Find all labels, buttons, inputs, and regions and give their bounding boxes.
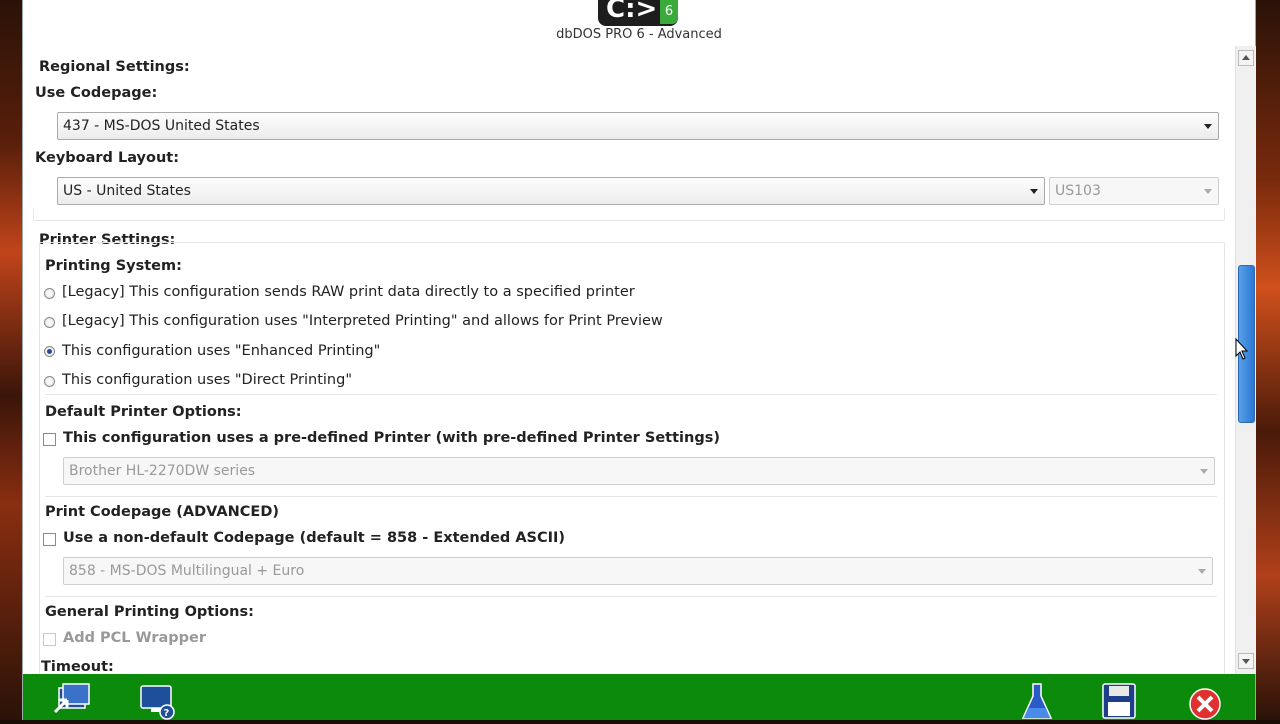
import-icon xyxy=(53,683,90,714)
radio-interpreted-printing[interactable] xyxy=(44,317,55,328)
help-monitor-icon: ? xyxy=(140,685,175,720)
keyboard-variant-value: US103 xyxy=(1055,183,1101,199)
predefined-printer-checkbox[interactable] xyxy=(43,433,56,446)
chevron-down-icon xyxy=(1200,469,1208,474)
svg-text:?: ? xyxy=(164,708,170,719)
divider xyxy=(45,394,1217,395)
app-logo: C:> 6 xyxy=(598,0,678,26)
radio-enhanced-printing-label[interactable]: This configuration uses "Enhanced Printi… xyxy=(62,343,380,359)
import-button[interactable] xyxy=(53,682,93,720)
nondefault-codepage-checkbox[interactable] xyxy=(43,533,56,546)
predefined-printer-value: Brother HL-2270DW series xyxy=(69,463,256,479)
default-printer-options-label: Default Printer Options: xyxy=(45,404,242,420)
print-codepage-dropdown[interactable]: 858 - MS-DOS Multilingual + Euro xyxy=(63,557,1213,585)
chevron-down-icon xyxy=(1204,124,1212,129)
desktop-background-left xyxy=(0,0,22,720)
app-window: C:> 6 dbDOS PRO 6 - Advanced Regional Se… xyxy=(22,0,1256,720)
arrow-down-icon xyxy=(1242,659,1250,664)
desktop-background-right xyxy=(1254,0,1280,720)
predefined-printer-dropdown[interactable]: Brother HL-2270DW series xyxy=(63,457,1215,485)
scroll-down-button[interactable] xyxy=(1238,653,1254,669)
printing-system-label: Printing System: xyxy=(45,258,182,274)
scroll-up-button[interactable] xyxy=(1238,50,1254,66)
chevron-down-icon xyxy=(1030,189,1038,194)
regional-settings-label: Regional Settings: xyxy=(39,59,190,75)
use-codepage-label: Use Codepage: xyxy=(35,85,158,101)
chevron-down-icon xyxy=(1204,189,1212,194)
flask-icon xyxy=(1021,683,1053,719)
title-bar: C:> 6 dbDOS PRO 6 - Advanced xyxy=(23,0,1255,46)
chevron-down-icon xyxy=(1198,569,1206,574)
nondefault-codepage-label[interactable]: Use a non-default Codepage (default = 85… xyxy=(63,530,565,546)
timeout-label: Timeout: xyxy=(41,659,114,674)
keyboard-layout-dropdown[interactable]: US - United States xyxy=(57,177,1045,205)
close-icon xyxy=(1189,688,1221,720)
close-button[interactable] xyxy=(1185,682,1225,720)
predefined-printer-label[interactable]: This configuration uses a pre-defined Pr… xyxy=(63,430,720,446)
codepage-dropdown-value: 437 - MS-DOS United States xyxy=(63,118,260,134)
logo-text: C:> xyxy=(606,0,658,24)
logo-badge: 6 xyxy=(660,0,678,24)
radio-interpreted-printing-label[interactable]: [Legacy] This configuration uses "Interp… xyxy=(62,313,663,329)
codepage-dropdown[interactable]: 437 - MS-DOS United States xyxy=(57,112,1219,140)
save-disk-icon xyxy=(1102,683,1136,719)
general-printing-options-label: General Printing Options: xyxy=(45,604,254,620)
arrow-up-icon xyxy=(1242,55,1250,60)
divider xyxy=(45,496,1217,497)
bottom-toolbar: ? xyxy=(23,674,1255,720)
regional-group-box xyxy=(33,208,1225,221)
app-title: dbDOS PRO 6 - Advanced xyxy=(556,27,722,42)
settings-panel: Regional Settings: Use Codepage: 437 - M… xyxy=(23,46,1233,674)
radio-enhanced-printing[interactable] xyxy=(44,346,55,357)
keyboard-layout-value: US - United States xyxy=(63,183,191,199)
keyboard-variant-dropdown[interactable]: US103 xyxy=(1049,177,1219,205)
print-codepage-value: 858 - MS-DOS Multilingual + Euro xyxy=(69,563,305,579)
radio-direct-printing-label[interactable]: This configuration uses "Direct Printing… xyxy=(62,372,352,388)
pcl-wrapper-label[interactable]: Add PCL Wrapper xyxy=(63,630,206,646)
help-monitor-button[interactable]: ? xyxy=(137,682,177,720)
radio-raw-printing-label[interactable]: [Legacy] This configuration sends RAW pr… xyxy=(62,284,635,300)
radio-direct-printing[interactable] xyxy=(44,376,55,387)
pcl-wrapper-checkbox[interactable] xyxy=(43,633,56,646)
save-button[interactable] xyxy=(1099,682,1139,720)
test-flask-button[interactable] xyxy=(1017,682,1057,720)
keyboard-layout-label: Keyboard Layout: xyxy=(35,150,180,166)
mouse-cursor-icon xyxy=(1235,338,1249,360)
divider xyxy=(45,596,1217,597)
radio-raw-printing[interactable] xyxy=(44,288,55,299)
print-codepage-label: Print Codepage (ADVANCED) xyxy=(45,504,279,520)
